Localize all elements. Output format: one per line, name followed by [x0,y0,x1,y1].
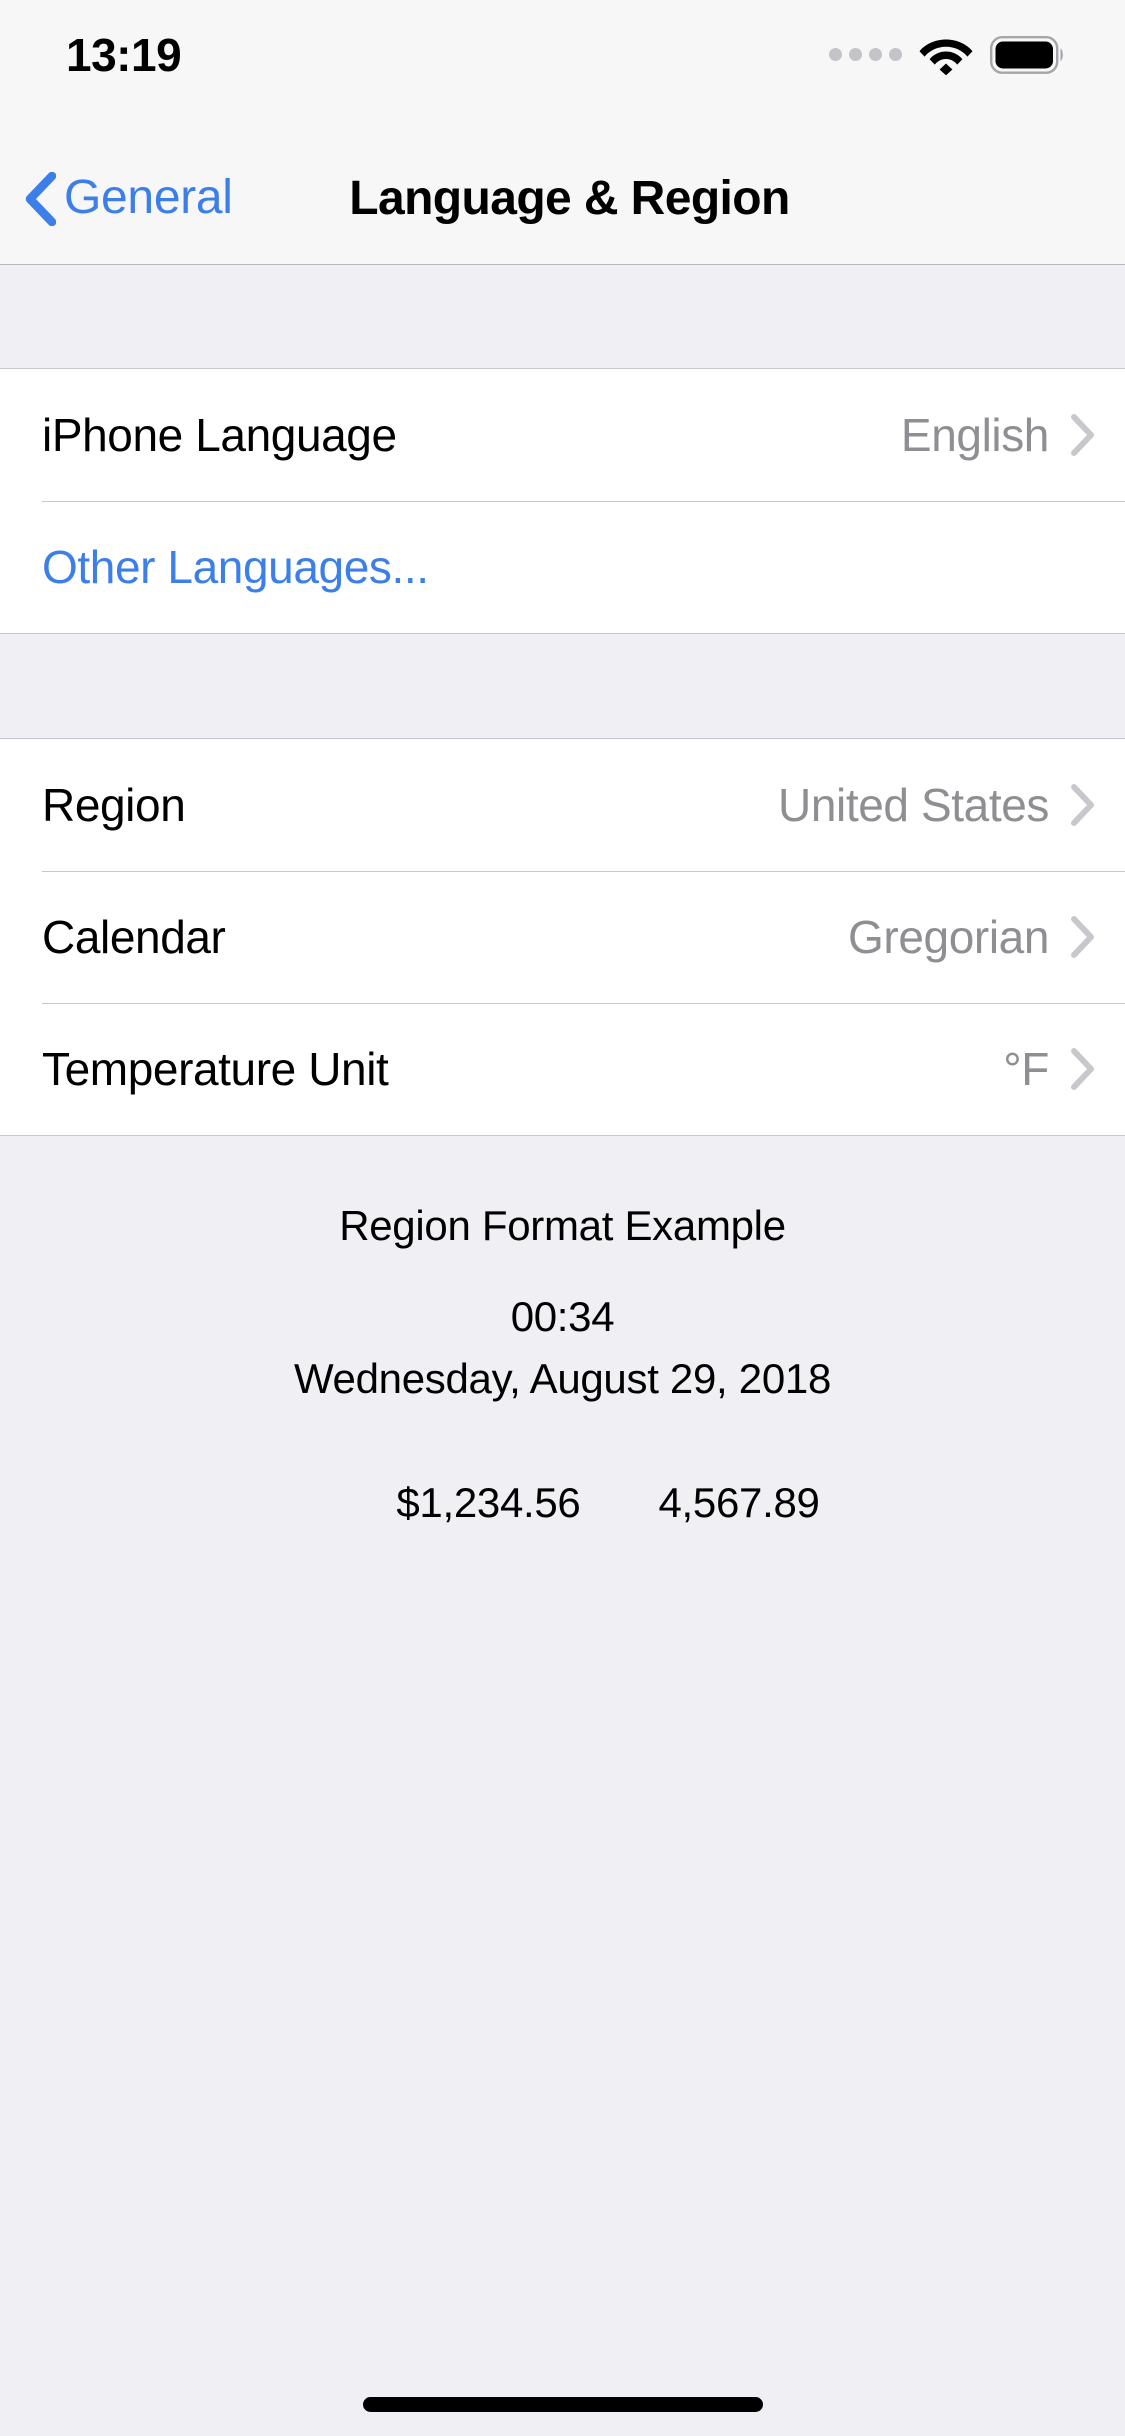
footer-number: 4,567.89 [658,1479,820,1526]
footer-currency: $1,234.56 [396,1479,581,1526]
region-section: Region United States Calendar Gregorian … [0,738,1125,1136]
chevron-right-icon [1071,414,1094,456]
row-other-languages[interactable]: Other Languages... [0,501,1125,633]
chevron-right-icon [1071,1048,1094,1090]
row-label: Calendar [42,911,226,963]
section-gap-top [0,265,1125,368]
language-section: iPhone Language English Other Languages.… [0,368,1125,634]
row-label: iPhone Language [42,409,397,461]
row-label: Other Languages... [42,541,429,593]
iphone-screen: 13:19 General Language & Region iPhone L… [0,0,1125,2436]
status-bar: 13:19 [0,0,1125,132]
row-region[interactable]: Region United States [0,739,1125,871]
footer-date: Wednesday, August 29, 2018 [293,1355,832,1402]
row-value: United States [778,779,1049,831]
settings-content: iPhone Language English Other Languages.… [0,265,1125,2436]
row-value: Gregorian [848,911,1049,963]
wifi-icon [919,39,973,75]
footer-title: Region Format Example [339,1202,786,1249]
footer-time: 00:34 [510,1293,615,1340]
status-bar-time: 13:19 [66,29,182,81]
chevron-right-icon [1071,916,1094,958]
row-calendar[interactable]: Calendar Gregorian [0,871,1125,1003]
region-format-example: Region Format Example 00:34 Wednesday, A… [0,1136,1125,1596]
row-temperature-unit[interactable]: Temperature Unit °F [0,1003,1125,1135]
row-value: °F [1003,1043,1049,1095]
signal-dots-icon [829,47,902,63]
page-title: Language & Region [349,171,790,225]
home-indicator[interactable] [362,2397,763,2412]
row-label: Temperature Unit [42,1043,389,1095]
section-gap-middle [0,634,1125,738]
status-bar-indicators [829,27,1071,75]
battery-full-icon [990,36,1063,74]
chevron-right-icon [1071,784,1094,826]
navigation-bar: General Language & Region [0,132,1125,265]
row-label: Region [42,779,186,831]
footer-numbers: $1,234.56 4,567.89 [305,1410,820,1596]
row-value: English [900,409,1049,461]
row-iphone-language[interactable]: iPhone Language English [0,369,1125,501]
